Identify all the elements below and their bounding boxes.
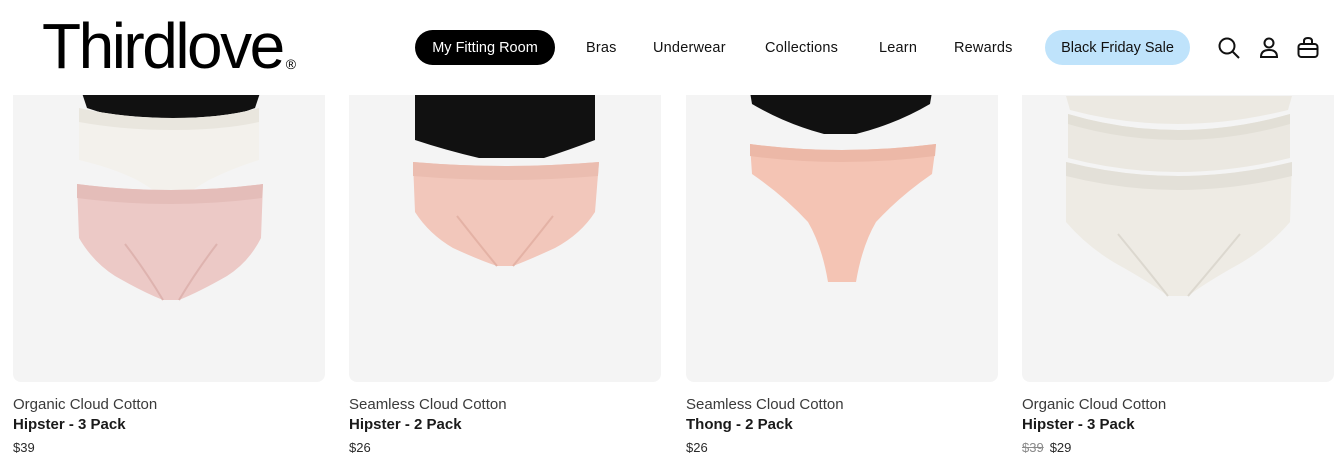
price-current: $26 xyxy=(349,440,371,455)
site-header: Thirdlove ® My Fitting Room Bras Underwea… xyxy=(0,0,1343,95)
nav-underwear[interactable]: Underwear xyxy=(653,30,726,65)
price-original: $39 xyxy=(1022,440,1044,455)
nav-learn[interactable]: Learn xyxy=(879,30,917,65)
my-fitting-room-button[interactable]: My Fitting Room xyxy=(415,30,555,65)
price-current: $39 xyxy=(13,440,35,455)
product-name[interactable]: Hipster - 2 Pack xyxy=(349,416,462,433)
product-collection[interactable]: Organic Cloud Cotton xyxy=(13,396,157,413)
nav-collections[interactable]: Collections xyxy=(765,30,838,65)
cart-icon[interactable] xyxy=(1296,36,1320,60)
account-icon[interactable] xyxy=(1257,36,1281,60)
nav-rewards[interactable]: Rewards xyxy=(954,30,1013,65)
product-name[interactable]: Thong - 2 Pack xyxy=(686,416,793,433)
black-friday-sale-button[interactable]: Black Friday Sale xyxy=(1045,30,1190,65)
product-collection[interactable]: Seamless Cloud Cotton xyxy=(349,396,507,413)
product-price: $39 $29 xyxy=(1022,440,1071,455)
price-current: $26 xyxy=(686,440,708,455)
product-name[interactable]: Hipster - 3 Pack xyxy=(1022,416,1135,433)
product-collection[interactable]: Seamless Cloud Cotton xyxy=(686,396,844,413)
product-collection[interactable]: Organic Cloud Cotton xyxy=(1022,396,1166,413)
search-icon[interactable] xyxy=(1217,36,1241,60)
product-price: $39 xyxy=(13,440,35,455)
product-price: $26 xyxy=(686,440,708,455)
logo-text: Thirdlove xyxy=(42,10,285,82)
brand-logo[interactable]: Thirdlove ® xyxy=(42,6,297,86)
logo-registered-mark: ® xyxy=(285,56,297,72)
price-current: $29 xyxy=(1049,440,1072,455)
product-name[interactable]: Hipster - 3 Pack xyxy=(13,416,126,433)
product-price: $26 xyxy=(349,440,371,455)
nav-bras[interactable]: Bras xyxy=(586,30,617,65)
